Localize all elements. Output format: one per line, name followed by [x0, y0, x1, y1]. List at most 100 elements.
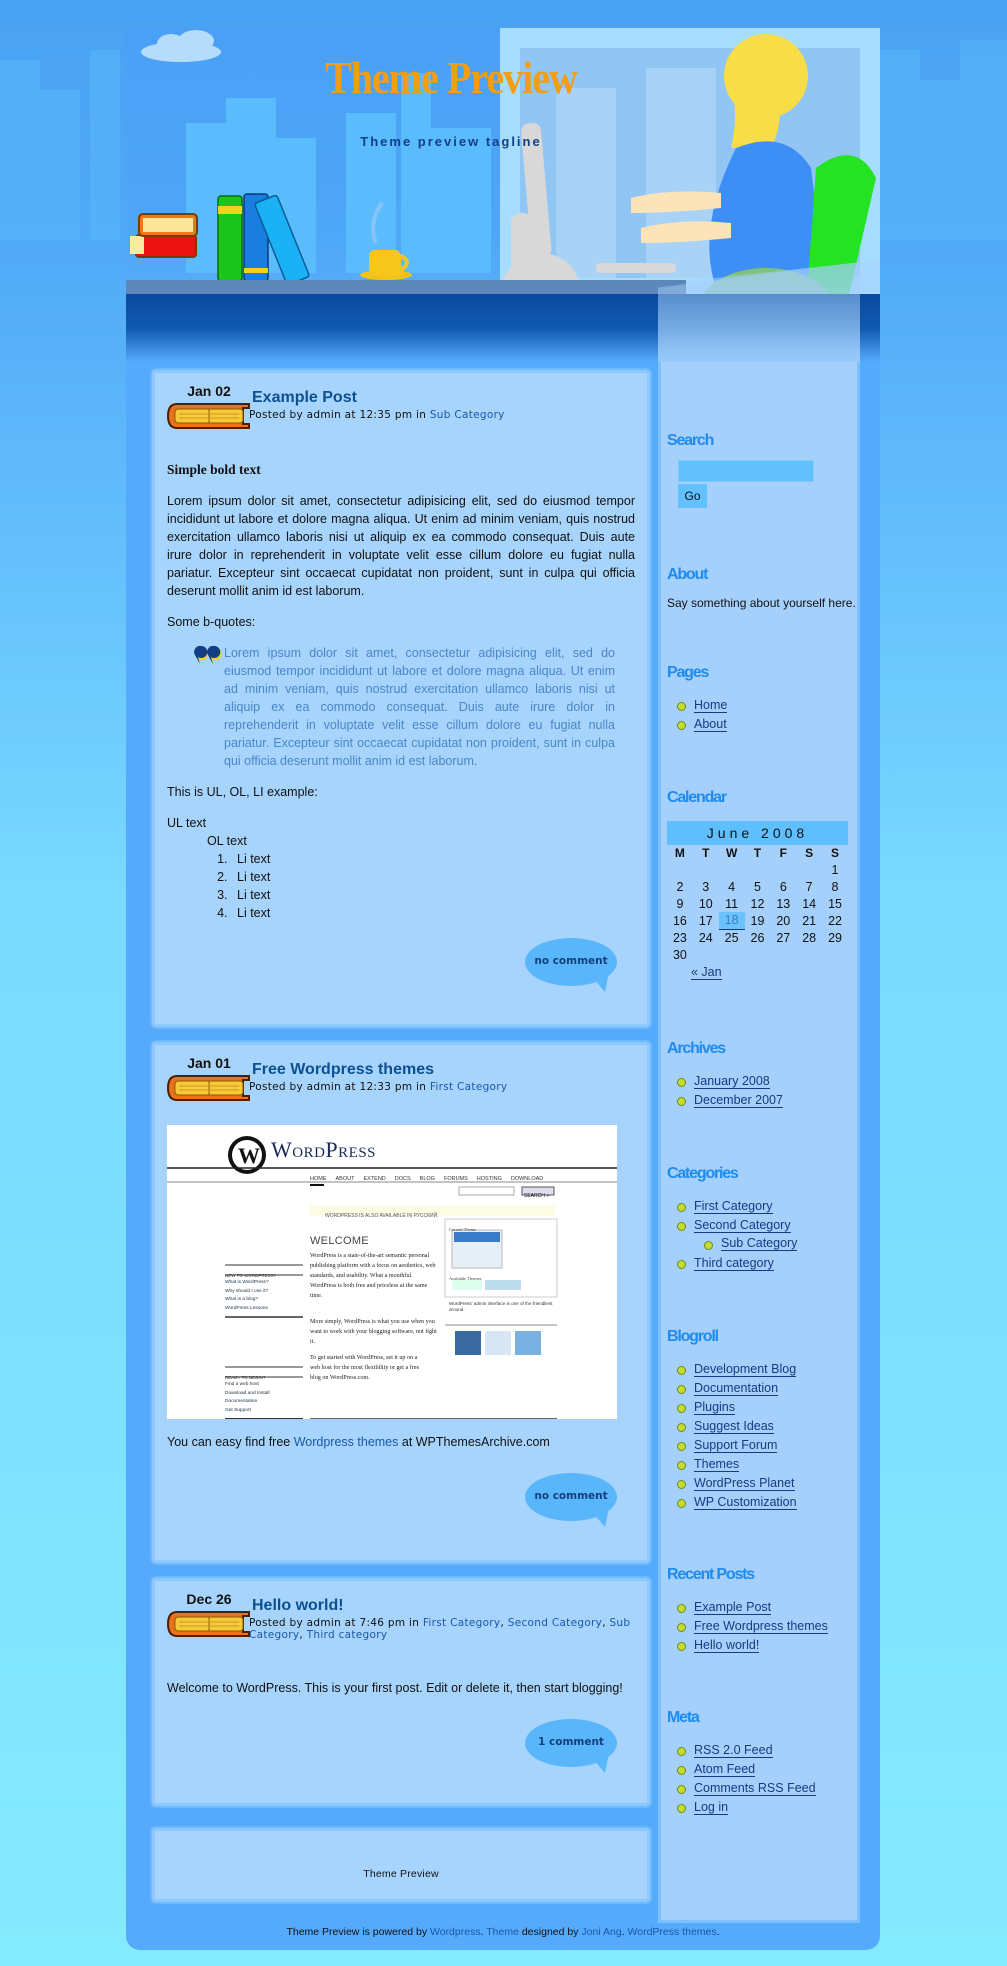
post-title-link[interactable]: Free Wordpress themes [252, 1061, 434, 1079]
ol-text: OL text [207, 834, 247, 848]
credits-text: Theme Preview is powered by [286, 1926, 430, 1938]
calendar-day [745, 946, 771, 963]
calendar-day: 26 [750, 930, 765, 945]
archive-link[interactable]: December 2007 [694, 1093, 783, 1108]
widget-title-blogroll: Blogroll [667, 1328, 719, 1345]
blogroll-link[interactable]: WordPress Planet [694, 1476, 795, 1491]
meta-link[interactable]: RSS 2.0 Feed [694, 1743, 773, 1758]
site-title[interactable]: Theme Preview [126, 50, 776, 104]
blogroll-item: Development Blog [667, 1360, 857, 1379]
blogroll-link[interactable]: WP Customization [694, 1495, 797, 1510]
about-text: Say something about yourself here. [667, 596, 856, 610]
quote-marks-icon [194, 645, 222, 666]
wp-nav-item: DOWNLOAD [510, 1176, 544, 1182]
blogroll-item: Plugins [667, 1398, 857, 1417]
calendar-day: 27 [776, 930, 791, 945]
bold-heading: Simple bold text [167, 462, 261, 477]
blogroll-link[interactable]: Plugins [694, 1400, 735, 1415]
recent-post-item: Hello world! [667, 1636, 857, 1655]
category-item: First Category [667, 1197, 857, 1216]
calendar-day: 16 [672, 913, 687, 928]
search-go-button[interactable]: Go [678, 484, 707, 508]
calendar-week: 23 24 25 26 27 28 29 [667, 929, 848, 946]
wp-para1: WordPress is a state-of-the-art semantic… [310, 1253, 436, 1299]
bquote-intro: Some b-quotes: [167, 615, 256, 629]
list-item: Li text [231, 850, 635, 868]
author-link[interactable]: Joni Ang [581, 1926, 621, 1938]
comments-count[interactable]: no comment [525, 955, 617, 967]
blogroll-item: Themes [667, 1455, 857, 1474]
blogroll-link[interactable]: Suggest Ideas [694, 1419, 774, 1434]
list-item: Li text [231, 868, 635, 886]
wordpress-themes-link[interactable]: WordPress themes [628, 1926, 717, 1938]
post-category-link[interactable]: First Category [430, 1081, 508, 1093]
post-meta-text: Posted by admin at 7:46 pm in [249, 1617, 423, 1629]
svg-text:W: W [238, 1143, 260, 1168]
calendar-day [796, 861, 822, 878]
comments-count[interactable]: 1 comment [525, 1736, 617, 1748]
calendar-day: 13 [776, 896, 791, 911]
calendar-day: 8 [831, 879, 839, 894]
recent-post-link[interactable]: Example Post [694, 1600, 772, 1615]
blogroll-link[interactable]: Development Blog [694, 1362, 797, 1377]
theme-link[interactable]: Theme [486, 1926, 519, 1938]
calendar-day: 22 [828, 913, 842, 928]
post-category-link[interactable]: Third category [307, 1629, 388, 1641]
wordpress-link[interactable]: Wordpress [430, 1926, 481, 1938]
comments-bubble-button[interactable]: 1 comment [525, 1719, 617, 1773]
archive-link[interactable]: January 2008 [694, 1074, 770, 1089]
blogroll-link[interactable]: Support Forum [694, 1438, 778, 1453]
calendar-week: 16 17 18 19 20 21 22 [667, 912, 848, 930]
wp-para2: More simply, WordPress is what you use w… [310, 1319, 437, 1345]
post-paragraph: Lorem ipsum dolor sit amet, consectetur … [167, 494, 635, 598]
meta-item: RSS 2.0 Feed [667, 1741, 857, 1760]
meta-link[interactable]: Comments RSS Feed [694, 1781, 816, 1796]
wordpress-themes-link[interactable]: Wordpress themes [294, 1435, 399, 1449]
wp-sidebar-link: Find a web host [225, 1382, 259, 1387]
post-date: Jan 02 [187, 383, 231, 399]
wp-nav-item: HOSTING [476, 1176, 502, 1182]
post-category-link[interactable]: First Category [423, 1617, 501, 1629]
footer-site-name: Theme Preview [363, 1868, 439, 1880]
calendar-day: 24 [698, 930, 713, 945]
blogroll-link[interactable]: Documentation [694, 1381, 779, 1396]
post-meta: Posted by admin at 12:35 pm in Sub Categ… [249, 409, 641, 421]
widget-meta: Meta RSS 2.0 Feed Atom Feed Comments RSS F… [667, 1709, 857, 1817]
widget-title-categories: Categories [667, 1165, 739, 1182]
pages-item: Home [667, 696, 857, 715]
blogroll-item: WordPress Planet [667, 1474, 857, 1493]
post-category-link[interactable]: Second Category [508, 1617, 602, 1629]
blockquote: Lorem ipsum dolor sit amet, consectetur … [194, 644, 615, 770]
category-link[interactable]: Second Category [694, 1218, 791, 1233]
post-content: Welcome to WordPress. This is your first… [167, 1679, 635, 1697]
post-title-link[interactable]: Example Post [252, 389, 357, 407]
meta-link[interactable]: Log in [694, 1800, 729, 1815]
calendar-prev-month-link[interactable]: « Jan [691, 965, 722, 980]
meta-item: Log in [667, 1798, 857, 1817]
calendar-day: 2 [676, 879, 684, 894]
paragraph-text: You can easy find free [167, 1435, 294, 1449]
subcategory-item: Sub Category [667, 1235, 857, 1252]
category-link[interactable]: Third category [694, 1256, 774, 1271]
wordpress-screenshot-image: W WordPress HOME ABOUT EXTEND DOCS BLOG … [167, 1125, 617, 1419]
comments-bubble-button[interactable]: no comment [525, 938, 617, 992]
search-input[interactable] [678, 460, 814, 482]
page-link-home[interactable]: Home [694, 698, 728, 713]
comments-bubble-button[interactable]: no comment [525, 1473, 617, 1527]
post-title-link[interactable]: Hello world! [252, 1597, 344, 1615]
post-category-link[interactable]: Sub Category [430, 409, 505, 421]
blogroll-item: Support Forum [667, 1436, 857, 1455]
page-link-about[interactable]: About [694, 717, 727, 732]
comments-count[interactable]: no comment [525, 1490, 617, 1502]
meta-link[interactable]: Atom Feed [694, 1762, 756, 1777]
recent-post-link[interactable]: Hello world! [694, 1638, 760, 1653]
calendar-day: 25 [724, 930, 739, 945]
calendar-day: 23 [672, 930, 687, 945]
category-link[interactable]: Sub Category [721, 1236, 798, 1251]
blogroll-link[interactable]: Themes [694, 1457, 740, 1472]
post-content: Simple bold text Lorem ipsum dolor sit a… [167, 461, 635, 922]
widget-about: About Say something about yourself here. [667, 566, 857, 611]
calendar-day [770, 946, 796, 963]
recent-post-link[interactable]: Free Wordpress themes [694, 1619, 828, 1634]
category-link[interactable]: First Category [694, 1199, 773, 1214]
